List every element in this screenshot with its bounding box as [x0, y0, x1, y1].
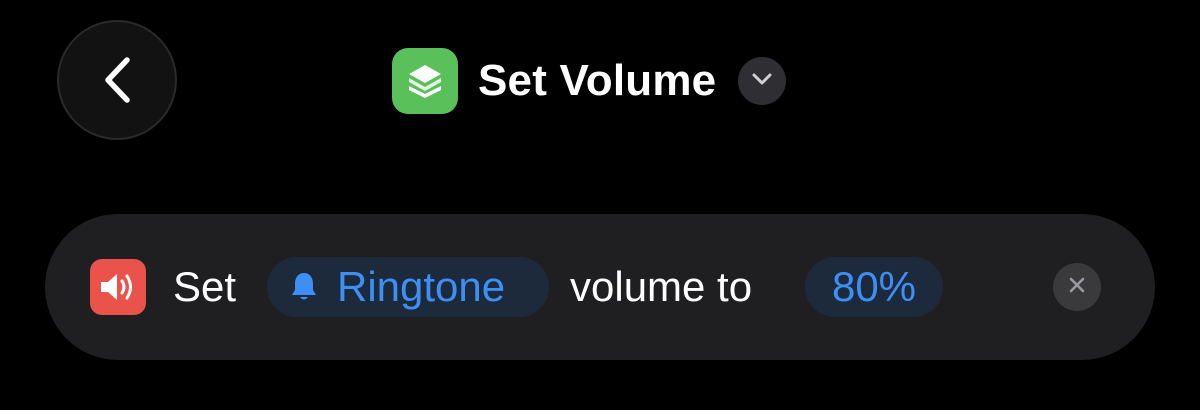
sound-type-label: Ringtone: [337, 263, 506, 310]
page-title: Set Volume: [478, 56, 717, 105]
speaker-volume-icon: [90, 259, 146, 315]
chevron-left-icon: [100, 55, 134, 105]
chevron-down-icon: [751, 72, 773, 91]
set-volume-action-card: Set Ringtone volume to 80%: [45, 214, 1155, 360]
action-prefix-text: Set: [173, 263, 237, 310]
header: Set Volume: [392, 48, 787, 114]
layers-icon: [392, 48, 458, 114]
remove-action-button[interactable]: [1053, 263, 1101, 311]
close-icon: [1067, 275, 1087, 300]
action-middle-text: volume to: [570, 263, 753, 310]
sound-type-token[interactable]: Ringtone: [267, 257, 549, 317]
title-menu-button[interactable]: [738, 57, 787, 105]
volume-level-token[interactable]: 80%: [805, 257, 943, 317]
back-button[interactable]: [57, 20, 177, 140]
volume-level-label: 80%: [831, 263, 917, 310]
bell-icon: [289, 270, 319, 304]
